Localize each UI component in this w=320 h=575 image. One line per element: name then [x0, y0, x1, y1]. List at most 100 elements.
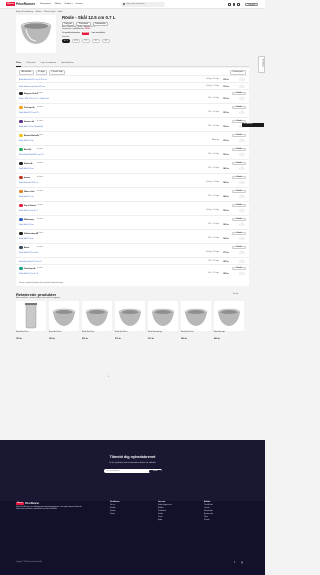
related-product-name[interactable]: Rösle Skål 20 cm	[49, 332, 79, 334]
show-in-stores-button[interactable]: Vis i butikker	[242, 123, 264, 127]
variant-option[interactable]: 2 L	[82, 39, 90, 43]
expand-offer-button[interactable]: ⌄	[239, 195, 245, 198]
carousel-indicator[interactable]: •	[108, 374, 111, 378]
offer-row[interactable]: Rösle Stainless steel bowl 12.5 cm Fri Fr…	[16, 82, 249, 89]
offer-product-link[interactable]: Rösle Skål Ø12,5 cm stål	[19, 252, 38, 254]
related-product-name[interactable]: Rösle Skål 32 cm	[181, 332, 211, 334]
user-icon[interactable]	[237, 3, 240, 6]
related-product-name[interactable]: Rösle Skål 24 cm	[82, 332, 112, 334]
shop-name[interactable]: Proshop.dk	[24, 107, 34, 109]
related-see-all-link[interactable]: Se alle	[233, 293, 238, 295]
offer-product-link[interactable]: Rösle Skål 12,5 cm	[19, 168, 34, 170]
offer-product-link[interactable]: Rösle Skål 12,5 cm, Rustfrit stål	[19, 126, 43, 128]
related-product-name[interactable]: Rösle Skål sæt	[214, 332, 244, 334]
offer-product-link[interactable]: Rösle Stainless steel bowl 12.5 cm	[19, 86, 45, 88]
go-to-store-button[interactable]: Til butik	[232, 162, 246, 165]
shop-name[interactable]: Kop & Kande	[24, 205, 36, 207]
offer-row[interactable]: Chefshop.dk ★★★★☆ Til butik Rösle Skål 12.5…	[16, 264, 249, 278]
offer-row[interactable]: Magasin Online ★★★★☆ Til butik Rösle - Skål…	[16, 89, 249, 103]
expand-offer-button[interactable]: ⌄	[239, 78, 245, 81]
feedback-tab[interactable]: Feedback	[258, 56, 265, 73]
variant-option[interactable]: 0.7 L	[62, 39, 70, 43]
offer-row[interactable]: Kokkenshop.dk ★★★★☆ Til butik Rösle Skål 12…	[16, 229, 249, 243]
expand-offer-button[interactable]: ⌄	[239, 223, 245, 226]
offer-row[interactable]: Imerco ★★★★☆ Til butik Rösle Basis skål 12,…	[16, 173, 249, 187]
footer-klarna-logo[interactable]: Klarna	[16, 502, 24, 506]
expand-offer-button[interactable]: ⌄	[239, 153, 245, 156]
offer-row[interactable]: Nilens Jord ★★★★☆ Til butik Rösle skål 12.5…	[16, 187, 249, 201]
offer-product-link[interactable]: Rösle Basis skål 12,5 cm	[19, 182, 38, 184]
nav-guides[interactable]: Guides	[64, 3, 72, 5]
offer-row[interactable]: Rösle Basis Skål 12.5 cm, Ø 12.5 cm Fri F…	[16, 75, 249, 82]
expand-offer-button[interactable]: ⌄	[239, 260, 245, 263]
klarna-logo[interactable]: Klarna	[6, 2, 15, 7]
offer-row[interactable]: Proshop.dk ★★★★☆ Til butik Rösle Skål Ø 12.…	[16, 103, 249, 117]
go-to-store-button[interactable]: Til butik	[232, 92, 246, 95]
heart-icon[interactable]: ♡	[44, 332, 45, 333]
footer-link[interactable]: Hjælp	[158, 519, 172, 522]
pricerunner-logo-text[interactable]: PriceRunner	[16, 2, 35, 6]
offer-product-link[interactable]: Rösle Skål 12,5 cm 0,7 L	[19, 210, 38, 212]
offer-row[interactable]: Bendex Ballerup ★★★★☆ Til butik Rösle Skål …	[16, 131, 249, 145]
newsletter-submit-button[interactable]: Tilmeld	[148, 469, 162, 473]
go-to-store-button[interactable]: Til butik	[232, 246, 246, 249]
product-image[interactable]	[16, 15, 56, 53]
breadcrumb-item[interactable]: Bolig & Husholdning	[16, 11, 33, 13]
heart-icon[interactable]: ♡	[209, 332, 210, 333]
go-to-store-button[interactable]: Til butik	[232, 204, 246, 207]
breadcrumb-item[interactable]: Skåle	[57, 11, 63, 13]
shop-name[interactable]: Bevil.dk	[24, 149, 31, 151]
breadcrumb-item[interactable]: Skåle & skåle	[43, 11, 55, 13]
heart-icon[interactable]: ♡	[242, 332, 243, 333]
shop-name[interactable]: Imerco	[24, 177, 30, 179]
tab-specifications[interactable]: Specifikationer	[61, 62, 73, 66]
login-button[interactable]: Log ind	[245, 2, 258, 7]
tab-prices[interactable]: Priser	[16, 62, 22, 67]
shop-name[interactable]: Kitchn.dk	[24, 163, 33, 165]
product-info-link[interactable]: Vis produktinformation	[62, 32, 80, 34]
offer-row[interactable]: Kitchn.dk ★★★★☆ Til butik Rösle Skål 12,5 c…	[16, 159, 249, 173]
offer-product-link[interactable]: Rösle Basis Skål 12.5 cm, Ø 12.5 cm	[19, 79, 47, 81]
shop-name[interactable]: Nilens Jord	[24, 191, 34, 193]
expand-offer-button[interactable]: ⌄	[239, 85, 245, 88]
offer-product-link[interactable]: Rösle skål 12.5 cm	[19, 196, 33, 198]
variant-option[interactable]: 4 L	[102, 39, 110, 43]
related-product-image[interactable]	[148, 301, 178, 331]
offer-product-link[interactable]: Rösle - Skål 12.5 cm 0.7 L - Rustfrit st…	[19, 98, 49, 100]
offer-product-link[interactable]: Rösle Skål 12.5 cm	[19, 140, 34, 142]
go-to-store-button[interactable]: Til butik	[232, 232, 246, 235]
go-to-store-button[interactable]: Til butik	[232, 267, 246, 270]
shop-name[interactable]: Magasin Online	[24, 93, 38, 95]
heart-icon[interactable]	[228, 3, 231, 6]
facebook-icon[interactable]: f	[234, 561, 237, 564]
nav-categories[interactable]: Kategorier	[40, 3, 51, 5]
nav-forum[interactable]: Forum	[76, 3, 84, 5]
variant-option[interactable]: 1.2 L	[72, 39, 80, 43]
newsletter-email-input[interactable]	[106, 469, 146, 473]
related-product-card[interactable]: Rösle Skål 20 cm ♡ 189 kr.	[49, 301, 79, 355]
expand-offer-button[interactable]: ⌄	[239, 97, 245, 100]
search-input[interactable]	[126, 2, 164, 6]
footer-link[interactable]: Privatliv	[204, 519, 213, 522]
compare-icon[interactable]	[232, 3, 236, 6]
related-product-image[interactable]	[181, 301, 211, 331]
nav-deals[interactable]: Tilbud	[54, 3, 61, 5]
tab-stock[interactable]: Lagre & producent	[41, 62, 57, 66]
footer-pricerunner-logo-text[interactable]: PriceRunner	[25, 502, 39, 505]
search-bar[interactable]	[121, 2, 165, 7]
related-product-card[interactable]: Rösle Skål 16 cm ♡ 159 kr.	[16, 301, 46, 355]
related-product-card[interactable]: Rösle Skål 28 cm ♡ 279 kr.	[115, 301, 145, 355]
go-to-store-button[interactable]: Til butik	[232, 218, 246, 221]
related-product-card[interactable]: Rösle Skål 24 cm ♡ 229 kr.	[82, 301, 112, 355]
offer-product-link[interactable]: Rösle Rustfri Skål Ø12,5 cm 0.7 L	[19, 154, 44, 156]
instagram-icon[interactable]: ◎	[241, 561, 244, 564]
related-product-card[interactable]: Rösle Skål sæt ♡ 499 kr.	[214, 301, 244, 355]
related-product-card[interactable]: Rösle Skål med låg ♡ 319 kr.	[148, 301, 178, 355]
related-product-image[interactable]	[16, 301, 46, 331]
offer-product-link[interactable]: Rösle Skål 12.5 cm	[19, 238, 34, 240]
expand-offer-button[interactable]: ⌄	[239, 209, 245, 212]
expand-offer-button[interactable]: ⌄	[239, 181, 245, 184]
related-product-card[interactable]: Rösle Skål 32 cm ♡ 349 kr.	[181, 301, 211, 355]
related-product-image[interactable]	[82, 301, 112, 331]
go-to-store-button[interactable]: Til butik	[232, 106, 246, 109]
